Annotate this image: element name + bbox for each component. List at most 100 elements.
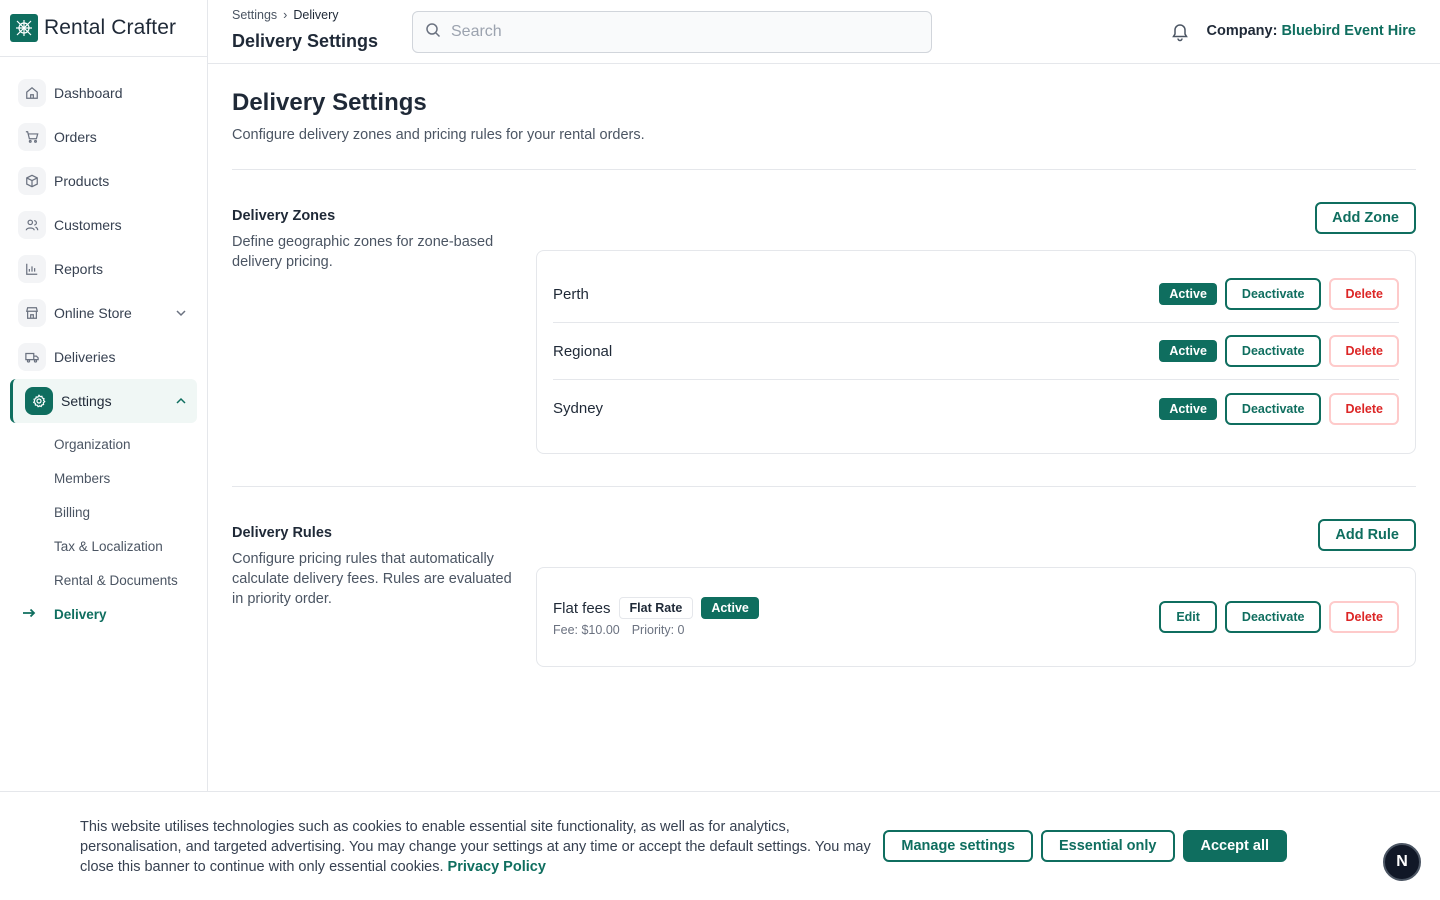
delete-button[interactable]: Delete — [1329, 601, 1399, 633]
settings-sub-delivery[interactable]: Delivery — [0, 597, 207, 631]
sidebar-item-label: Deliveries — [54, 349, 116, 365]
sidebar-item-label: Settings — [61, 393, 112, 409]
breadcrumb-settings[interactable]: Settings — [232, 8, 277, 22]
settings-submenu: Organization Members Billing Tax & Local… — [0, 423, 207, 631]
sub-label: Members — [54, 470, 111, 486]
delete-button[interactable]: Delete — [1329, 392, 1399, 425]
rules-card: Flat fees Flat Rate Active Fee: $10.00 P… — [536, 567, 1416, 667]
status-badge: Active — [1159, 397, 1217, 420]
zone-row: Regional Active Deactivate Delete — [553, 323, 1399, 380]
sub-label: Organization — [54, 436, 131, 452]
zone-name: Perth — [553, 285, 589, 303]
logo-icon — [10, 14, 38, 42]
deactivate-button[interactable]: Deactivate — [1224, 278, 1322, 310]
add-zone-button[interactable]: Add Zone — [1315, 202, 1416, 234]
zones-card: Perth Active Deactivate Delete Regional … — [536, 250, 1416, 454]
deactivate-button[interactable]: Deactivate — [1224, 601, 1322, 633]
settings-sub-members[interactable]: Members — [0, 461, 207, 495]
add-rule-button[interactable]: Add Rule — [1318, 519, 1416, 551]
edit-button[interactable]: Edit — [1159, 601, 1217, 633]
company-selector[interactable]: Company: Bluebird Event Hire — [1207, 23, 1417, 39]
sidebar-item-deliveries[interactable]: Deliveries — [0, 335, 207, 379]
settings-sub-billing[interactable]: Billing — [0, 495, 207, 529]
sidebar-item-label: Reports — [54, 261, 104, 277]
manage-settings-button[interactable]: Manage settings — [883, 830, 1033, 862]
rule-row: Flat fees Flat Rate Active Fee: $10.00 P… — [553, 568, 1399, 666]
rule-actions: Edit Deactivate Delete — [1159, 601, 1399, 633]
sidebar-item-label: Dashboard — [54, 85, 123, 101]
main-content: Delivery Settings Configure delivery zon… — [232, 64, 1416, 687]
rules-title: Delivery Rules — [232, 525, 332, 541]
cookie-actions: Manage settings Essential only Accept al… — [883, 830, 1287, 862]
settings-sub-rental-documents[interactable]: Rental & Documents — [0, 563, 207, 597]
delivery-rules-section: Delivery Rules Configure pricing rules t… — [232, 487, 1416, 687]
delete-button[interactable]: Delete — [1329, 278, 1399, 310]
sidebar-item-customers[interactable]: Customers — [0, 203, 207, 247]
top-header: Settings › Delivery Delivery Settings Co… — [208, 0, 1440, 64]
accept-all-button[interactable]: Accept all — [1182, 830, 1287, 862]
zones-description: Define geographic zones for zone-based d… — [232, 234, 494, 270]
sidebar-item-label: Products — [54, 173, 110, 189]
page-title: Delivery Settings — [232, 89, 427, 116]
sidebar-nav: Dashboard Orders Products Customers Repo… — [0, 57, 207, 631]
breadcrumb-separator: › — [283, 8, 288, 22]
sidebar-item-label: Customers — [54, 217, 122, 233]
truck-icon — [18, 343, 46, 371]
app-logo[interactable]: Rental Crafter — [0, 0, 207, 57]
cookie-text: This website utilises technologies such … — [80, 817, 880, 877]
sidebar-item-dashboard[interactable]: Dashboard — [0, 71, 207, 115]
users-icon — [18, 211, 46, 239]
search-box[interactable] — [412, 11, 932, 53]
sidebar-item-label: Orders — [54, 129, 97, 145]
deactivate-button[interactable]: Deactivate — [1224, 335, 1322, 367]
rule-fee: Fee: $10.00 — [553, 623, 620, 637]
status-badge: Active — [1159, 340, 1217, 362]
delivery-zones-section: Delivery Zones Define geographic zones f… — [232, 170, 1416, 486]
status-badge: Active — [1159, 283, 1217, 305]
zone-actions: Active Deactivate Delete — [1159, 335, 1399, 367]
sidebar: Rental Crafter Dashboard Orders Products… — [0, 0, 208, 900]
company-name: Bluebird Event Hire — [1281, 23, 1416, 39]
search-input[interactable] — [451, 23, 911, 41]
sidebar-item-online-store[interactable]: Online Store — [0, 291, 207, 335]
sidebar-item-settings[interactable]: Settings — [10, 379, 197, 423]
sidebar-item-orders[interactable]: Orders — [0, 115, 207, 159]
box-icon — [18, 167, 46, 195]
settings-sub-organization[interactable]: Organization — [0, 427, 207, 461]
dev-tools-badge[interactable]: N — [1383, 843, 1421, 881]
rule-meta: Fee: $10.00 Priority: 0 — [553, 623, 685, 637]
rules-description: Configure pricing rules that automatical… — [232, 551, 512, 607]
page-description: Configure delivery zones and pricing rul… — [232, 127, 645, 143]
zone-actions: Active Deactivate Delete — [1159, 392, 1399, 425]
arrow-right-icon — [22, 606, 36, 623]
sidebar-item-products[interactable]: Products — [0, 159, 207, 203]
app-name: Rental Crafter — [44, 16, 177, 39]
search-icon — [425, 22, 441, 43]
zones-title: Delivery Zones — [232, 208, 336, 224]
chevron-down-icon[interactable] — [175, 306, 187, 322]
sub-label: Billing — [54, 504, 91, 520]
breadcrumb-delivery: Delivery — [293, 8, 339, 22]
chevron-up-icon[interactable] — [175, 394, 187, 410]
sub-label: Delivery — [54, 606, 107, 622]
cookie-banner: This website utilises technologies such … — [0, 791, 1440, 900]
sidebar-item-reports[interactable]: Reports — [0, 247, 207, 291]
zone-row: Perth Active Deactivate Delete — [553, 266, 1399, 323]
bar-chart-icon — [18, 255, 46, 283]
settings-icon — [25, 387, 53, 415]
rule-header: Flat fees Flat Rate Active — [553, 597, 759, 619]
sub-label: Rental & Documents — [54, 572, 178, 588]
deactivate-button[interactable]: Deactivate — [1224, 392, 1322, 425]
essential-only-button[interactable]: Essential only — [1040, 830, 1175, 862]
settings-sub-tax-localization[interactable]: Tax & Localization — [0, 529, 207, 563]
sub-label: Tax & Localization — [54, 538, 163, 554]
privacy-policy-link[interactable]: Privacy Policy — [448, 859, 546, 875]
zone-actions: Active Deactivate Delete — [1159, 278, 1399, 310]
zone-name: Regional — [553, 342, 613, 360]
home-icon — [18, 79, 46, 107]
store-icon — [18, 299, 46, 327]
rule-type-badge: Flat Rate — [618, 597, 694, 619]
delete-button[interactable]: Delete — [1329, 335, 1399, 367]
cart-icon — [18, 123, 46, 151]
bell-icon[interactable] — [1170, 22, 1190, 47]
